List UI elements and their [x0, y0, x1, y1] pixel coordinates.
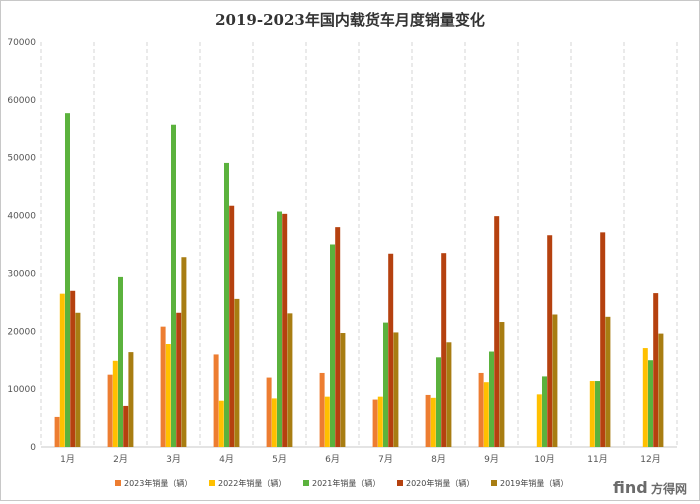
watermark-suffix: 方得网 [651, 481, 687, 496]
bar [171, 124, 176, 447]
bar [478, 372, 484, 447]
bar [271, 398, 277, 447]
bar [605, 316, 611, 447]
bar [324, 396, 330, 447]
x-tick-label: 8月 [431, 454, 446, 465]
bar [287, 313, 293, 447]
chart-title: 2019-2023年国内载货车月度销量变化 [215, 11, 485, 29]
y-tick-label: 40000 [7, 212, 36, 222]
bar [123, 405, 129, 447]
legend: 2023年销量（辆） 2022年销量（辆） 2021年销量（辆） 2020年销量（辆）… [115, 478, 568, 488]
bar [128, 352, 134, 447]
bar [653, 293, 659, 447]
watermark-brand: find [613, 478, 648, 497]
bar [65, 113, 70, 448]
bar [483, 382, 489, 447]
grid [40, 42, 678, 447]
bar [224, 162, 229, 447]
bar [542, 376, 547, 447]
x-tick-label: 2月 [113, 454, 128, 465]
bar [160, 326, 166, 447]
bar [70, 290, 76, 447]
y-tick-label: 0 [30, 443, 36, 453]
legend-swatch [303, 480, 309, 486]
watermark: find 方得网 [613, 478, 687, 497]
bar [589, 381, 595, 447]
bar [59, 293, 65, 447]
x-tick-label: 6月 [325, 454, 340, 465]
x-tick-label: 11月 [587, 454, 607, 465]
bar [54, 416, 60, 447]
bar [75, 312, 81, 447]
y-tick-label: 30000 [7, 269, 36, 279]
bar [213, 354, 219, 447]
x-tick-label: 12月 [640, 454, 660, 465]
bar [552, 314, 558, 447]
bar [377, 396, 383, 447]
legend-swatch [115, 480, 121, 486]
bar [112, 360, 118, 447]
bar [181, 257, 187, 447]
legend-label: 2023年销量（辆） [124, 478, 192, 488]
bar [383, 322, 388, 447]
bar [176, 312, 182, 447]
y-tick-label: 50000 [7, 154, 36, 164]
legend-label: 2021年销量（辆） [312, 478, 380, 488]
bar [499, 322, 505, 447]
bar [425, 394, 431, 447]
bar [441, 253, 447, 447]
bar [340, 333, 346, 447]
bar [536, 394, 542, 447]
bar [658, 333, 664, 447]
legend-label: 2022年销量（辆） [218, 478, 286, 488]
bar-chart: 2019-2023年国内载货车月度销量变化 0 10000 20000 30000 40… [7, 11, 687, 497]
bar [107, 374, 113, 447]
bar [648, 360, 653, 447]
legend-swatch [491, 480, 497, 486]
bar [282, 213, 288, 447]
bar [266, 377, 272, 447]
x-tick-label: 9月 [484, 454, 499, 465]
x-tick-label: 1月 [60, 454, 75, 465]
bar [393, 332, 399, 447]
bar [335, 227, 341, 447]
bar [319, 372, 325, 447]
legend-label: 2020年销量（辆） [406, 478, 474, 488]
bar [165, 344, 171, 447]
x-tick-label: 4月 [219, 454, 234, 465]
legend-swatch [209, 480, 215, 486]
bar [330, 244, 335, 447]
bar [372, 399, 378, 447]
legend-label: 2019年销量（辆） [500, 478, 568, 488]
x-tick-label: 3月 [166, 454, 181, 465]
x-tick-label: 7月 [378, 454, 393, 465]
bar [218, 400, 224, 447]
bar [642, 348, 648, 447]
bar [229, 205, 235, 447]
bar [600, 232, 606, 447]
bar [489, 351, 494, 447]
bar [436, 357, 441, 447]
chart-frame: 2019-2023年国内载货车月度销量变化 0 10000 20000 30000 40… [0, 0, 700, 501]
y-tick-label: 70000 [7, 38, 36, 48]
y-tick-label: 20000 [7, 327, 36, 337]
bar [430, 397, 436, 447]
bar [595, 381, 600, 447]
bar [118, 276, 123, 447]
legend-swatch [397, 480, 403, 486]
bar [234, 298, 240, 447]
x-tick-label: 5月 [272, 454, 287, 465]
y-tick-label: 60000 [7, 96, 36, 106]
x-tick-label: 10月 [534, 454, 554, 465]
bar [277, 211, 282, 447]
bar [494, 216, 500, 447]
bar [388, 253, 394, 447]
bar [547, 235, 553, 447]
y-tick-label: 10000 [7, 385, 36, 395]
bar [446, 342, 452, 447]
